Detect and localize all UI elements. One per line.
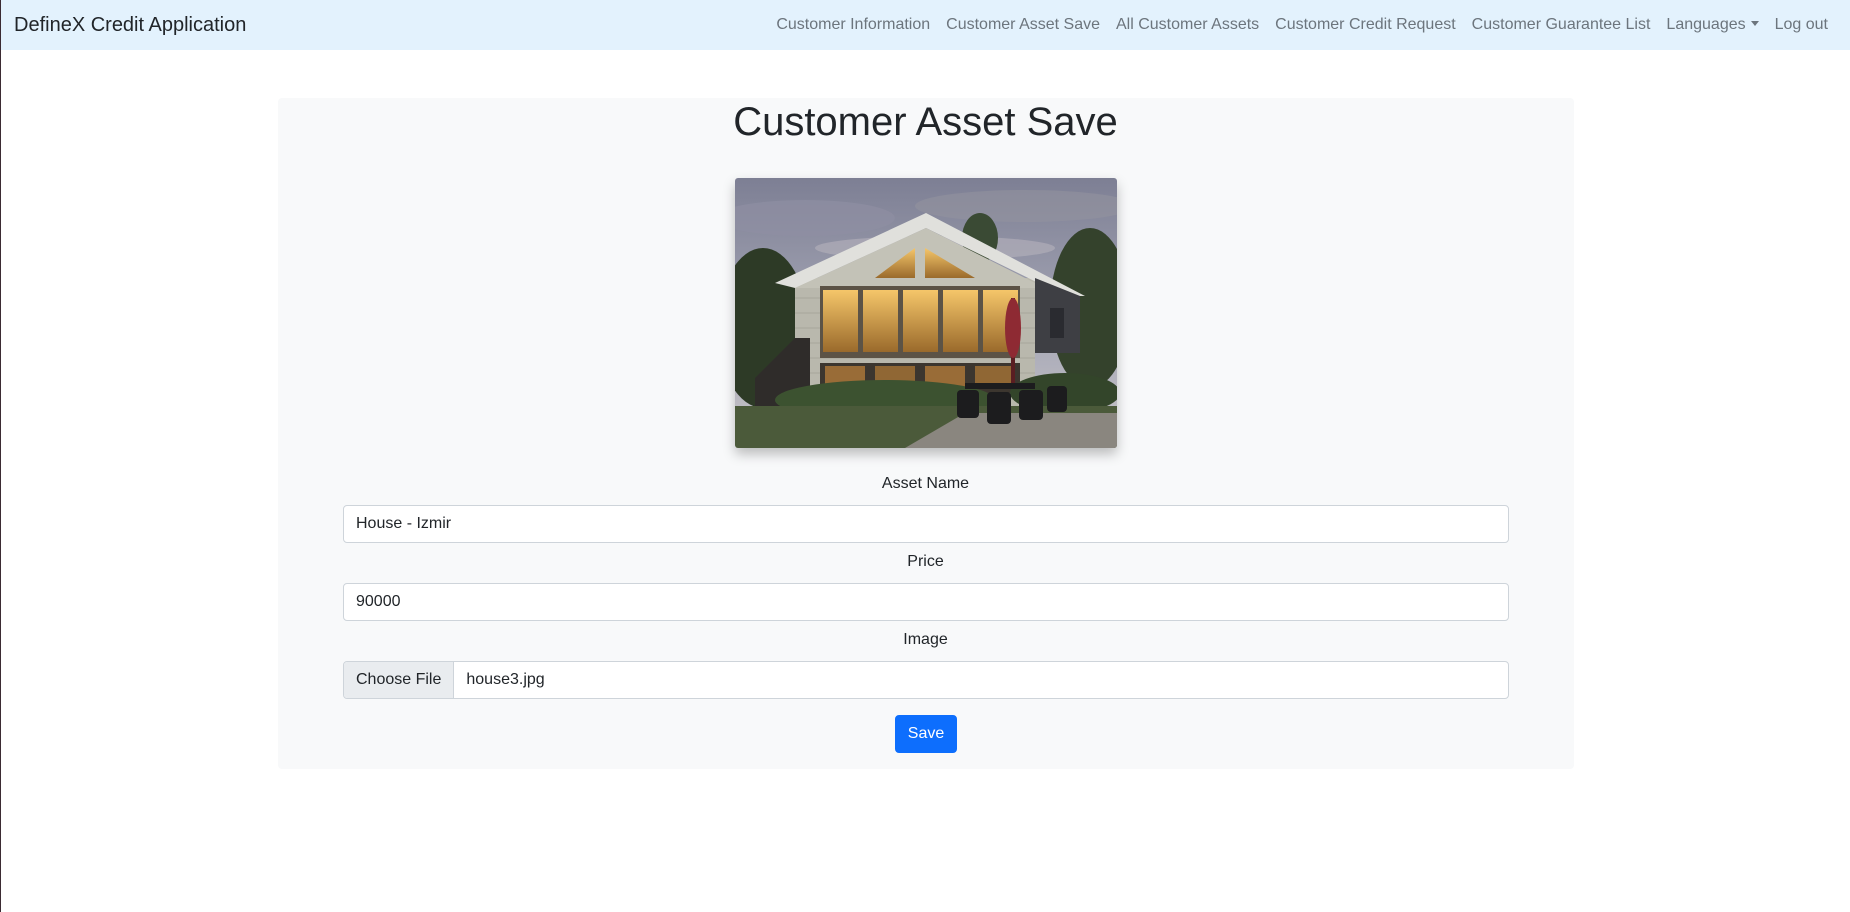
nav-languages-label: Languages xyxy=(1666,16,1746,33)
asset-image-preview xyxy=(735,178,1117,448)
image-file-input[interactable]: Choose File house3.jpg xyxy=(343,661,1509,699)
nav-links: Customer Information Customer Asset Save… xyxy=(768,0,1836,50)
nav-all-customer-assets[interactable]: All Customer Assets xyxy=(1108,16,1267,34)
nav-customer-asset-save[interactable]: Customer Asset Save xyxy=(938,16,1108,34)
save-button[interactable]: Save xyxy=(895,715,957,753)
caret-down-icon xyxy=(1750,21,1759,26)
image-label: Image xyxy=(903,631,948,648)
asset-name-label: Asset Name xyxy=(881,475,970,492)
choose-file-button[interactable]: Choose File xyxy=(344,662,455,698)
price-input[interactable] xyxy=(343,583,1509,621)
nav-customer-credit-request[interactable]: Customer Credit Request xyxy=(1267,16,1464,34)
selected-file-name: house3.jpg xyxy=(466,671,545,688)
house-photo xyxy=(735,178,1117,448)
nav-languages-dropdown[interactable]: Languages xyxy=(1658,16,1766,34)
nav-log-out[interactable]: Log out xyxy=(1767,16,1836,34)
top-navbar: DefineX Credit Application Customer Info… xyxy=(1,0,1850,50)
page-title: Customer Asset Save xyxy=(733,100,1118,144)
asset-name-input[interactable] xyxy=(343,505,1509,543)
navbar-brand[interactable]: DefineX Credit Application xyxy=(14,14,246,37)
nav-customer-guarantee-list[interactable]: Customer Guarantee List xyxy=(1464,16,1659,34)
price-label: Price xyxy=(907,553,944,570)
nav-customer-information[interactable]: Customer Information xyxy=(768,16,938,34)
